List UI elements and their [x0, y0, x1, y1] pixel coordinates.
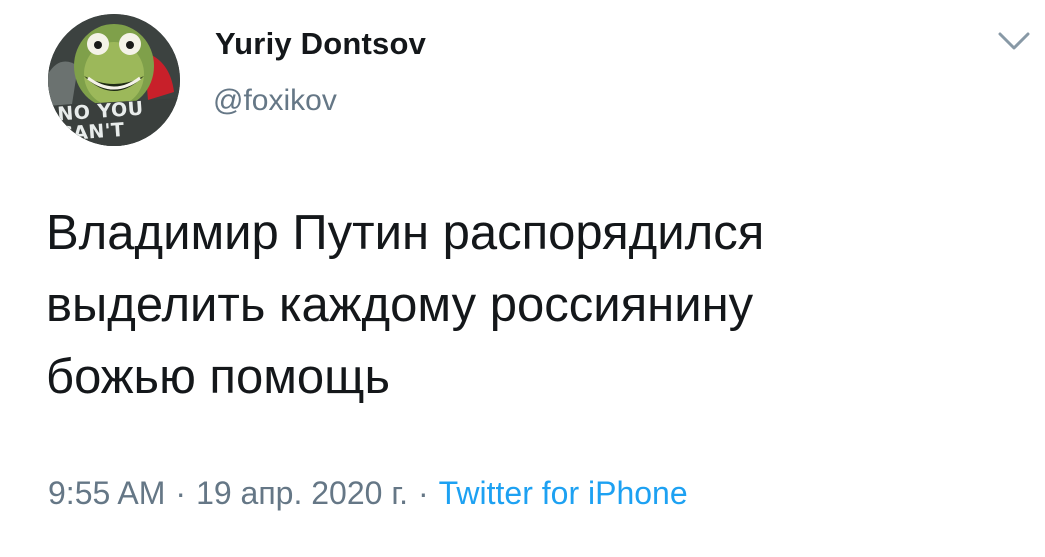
author-handle[interactable]: @foxikov — [213, 84, 337, 118]
meta-separator: · — [175, 475, 187, 511]
tweet-card: NO YOU CAN'T Yuriy Dontsov @foxikov Влад… — [0, 0, 1045, 557]
author-name[interactable]: Yuriy Dontsov — [215, 26, 426, 62]
tweet-text: Владимир Путин распорядился выделить каж… — [46, 206, 765, 404]
tweet-source-link[interactable]: Twitter for iPhone — [439, 475, 688, 511]
tweet-meta: 9:55 AM · 19 апр. 2020 г. · Twitter for iPho… — [48, 475, 688, 512]
meta-separator: · — [417, 475, 429, 511]
avatar[interactable]: NO YOU CAN'T — [48, 14, 180, 146]
avatar-caption: NO YOU CAN'T — [56, 97, 145, 146]
tweet-time[interactable]: 9:55 AM — [48, 475, 165, 511]
chevron-down-icon[interactable] — [996, 26, 1032, 56]
tweet-date[interactable]: 19 апр. 2020 г. — [196, 475, 408, 511]
